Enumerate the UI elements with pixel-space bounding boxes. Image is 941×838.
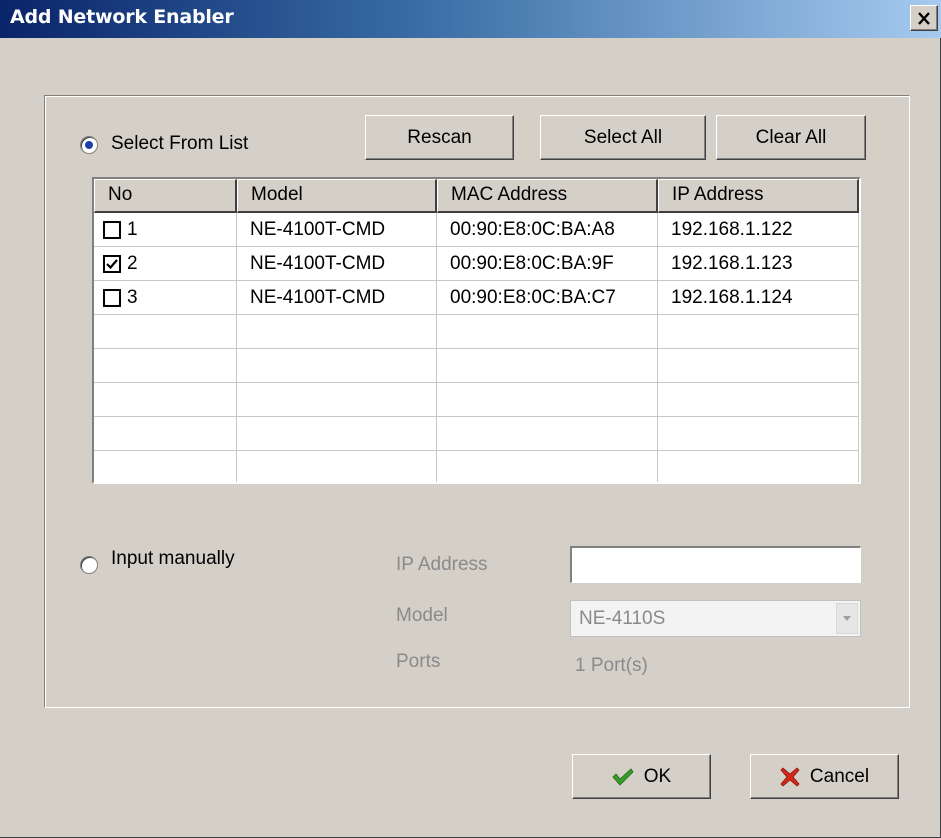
checkmark-icon [106,258,118,269]
empty-cell [437,383,658,416]
cancel-button[interactable]: Cancel [750,754,899,799]
input-manually-radio[interactable] [80,556,98,574]
table-row[interactable]: 3 NE-4100T-CMD 00:90:E8:0C:BA:C7 192.168… [94,281,859,315]
cell-ip-address: 192.168.1.124 [658,281,859,314]
empty-cell [658,383,859,416]
empty-table-row [94,451,859,482]
empty-cell [94,451,237,482]
empty-cell [237,451,437,482]
empty-cell [237,315,437,348]
cell-model: NE-4100T-CMD [237,247,437,280]
cell-no: 3 [94,281,237,314]
device-list-body: 1 NE-4100T-CMD 00:90:E8:0C:BA:A8 192.168… [94,213,859,482]
empty-cell [437,315,658,348]
row-checkbox-checked[interactable] [103,254,121,273]
title-bar: Add Network Enabler [0,0,941,38]
empty-cell [94,349,237,382]
ports-label: Ports [396,651,441,672]
column-header-mac-address[interactable]: MAC Address [437,179,658,213]
empty-table-row [94,349,859,383]
row-checkbox[interactable] [103,288,121,307]
empty-cell [658,451,859,482]
cancel-button-label: Cancel [809,765,870,787]
select-from-list-label[interactable]: Select From List [111,133,248,155]
close-icon [918,11,930,25]
cell-no: 2 [94,247,237,280]
table-row[interactable]: 2 NE-4100T-CMD 00:90:E8:0C:BA:9F 192.168… [94,247,859,281]
cell-model: NE-4100T-CMD [237,281,437,314]
radio-selected-dot [85,141,93,149]
empty-cell [94,383,237,416]
table-row[interactable]: 1 NE-4100T-CMD 00:90:E8:0C:BA:A8 192.168… [94,213,859,247]
model-label: Model [396,605,448,626]
empty-table-row [94,315,859,349]
cell-model: NE-4100T-CMD [237,213,437,246]
ok-button[interactable]: OK [572,754,711,799]
rescan-button-label: Rescan [407,126,472,148]
device-list[interactable]: No Model MAC Address IP Address 1 NE-410… [92,177,861,484]
empty-cell [658,417,859,450]
cell-mac-address: 00:90:E8:0C:BA:A8 [437,213,658,246]
row-number: 1 [127,219,138,240]
column-header-ip-address[interactable]: IP Address [658,179,859,213]
empty-cell [437,451,658,482]
cell-no: 1 [94,213,237,246]
add-network-enabler-dialog: Add Network Enabler Select From List Res… [0,0,941,838]
empty-cell [237,417,437,450]
rescan-button[interactable]: Rescan [365,115,514,160]
model-select-value: NE-4110S [579,608,666,629]
empty-cell [437,417,658,450]
clear-all-button-label: Clear All [755,126,827,148]
model-select[interactable]: NE-4110S [570,600,861,637]
empty-cell [437,349,658,382]
empty-cell [94,417,237,450]
empty-cell [658,315,859,348]
ports-value: 1 Port(s) [575,655,648,676]
device-list-header: No Model MAC Address IP Address [94,179,859,213]
empty-cell [94,315,237,348]
row-number: 3 [127,287,138,308]
red-x-icon [780,766,800,787]
ip-address-field[interactable] [570,546,861,583]
empty-table-row [94,383,859,417]
select-from-list-radio[interactable] [80,136,98,154]
cell-ip-address: 192.168.1.122 [658,213,859,246]
select-all-button-label: Select All [583,126,663,148]
empty-table-row [94,417,859,451]
empty-cell [237,349,437,382]
column-header-model[interactable]: Model [237,179,437,213]
select-all-button[interactable]: Select All [540,115,706,160]
cell-mac-address: 00:90:E8:0C:BA:9F [437,247,658,280]
column-header-no[interactable]: No [94,179,237,213]
cell-ip-address: 192.168.1.123 [658,247,859,280]
empty-cell [237,383,437,416]
clear-all-button[interactable]: Clear All [716,115,866,160]
row-checkbox[interactable] [103,220,121,239]
empty-cell [658,349,859,382]
close-button[interactable] [910,5,938,31]
ok-button-label: OK [643,765,672,787]
model-dropdown-button[interactable] [836,603,858,634]
checkmark-icon [612,767,634,786]
window-title: Add Network Enabler [10,6,234,28]
row-number: 2 [127,253,138,274]
input-manually-label[interactable]: Input manually [111,548,235,570]
chevron-down-icon [843,616,851,621]
cell-mac-address: 00:90:E8:0C:BA:C7 [437,281,658,314]
ip-address-label: IP Address [396,554,488,575]
